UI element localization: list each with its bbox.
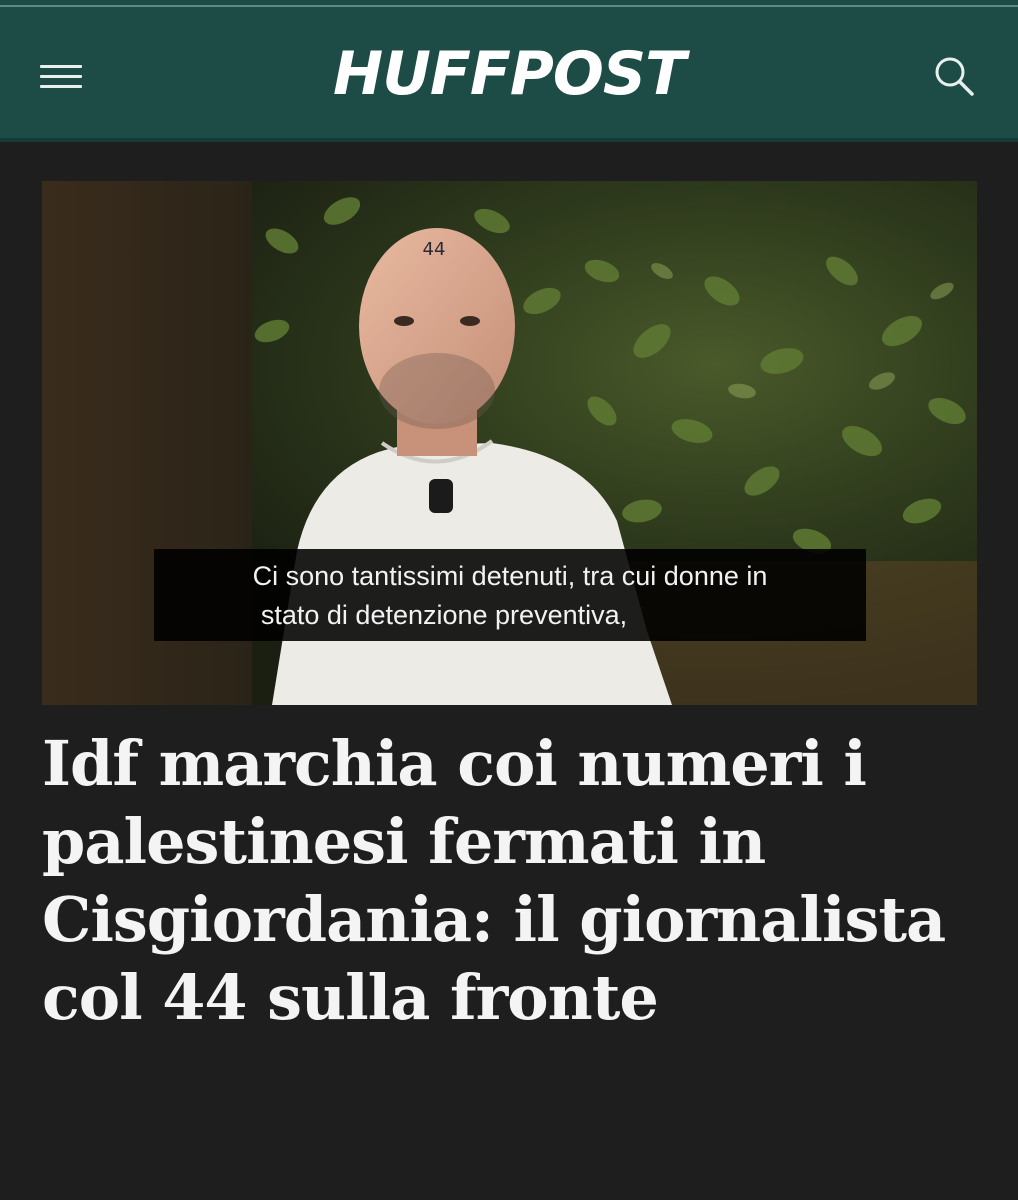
caption-line-1: Ci sono tantissimi detenuti, tra cui don… [253,561,768,591]
header-bottom-divider [0,138,1018,142]
caption-line-2: stato di detenzione preventiva, [261,600,627,630]
search-icon[interactable] [928,52,980,100]
site-logo[interactable]: HUFFPOST [300,38,718,110]
hero-video-still[interactable]: 44 Ci sono tantissimi detenuti, tra cui … [42,181,977,705]
hamburger-menu-icon[interactable] [36,55,88,95]
site-header: HUFFPOST [0,0,1018,142]
forehead-number: 44 [423,239,446,260]
header-top-divider [0,5,1018,7]
article-headline[interactable]: Idf marchia coi numeri i palestinesi fer… [42,725,982,1037]
